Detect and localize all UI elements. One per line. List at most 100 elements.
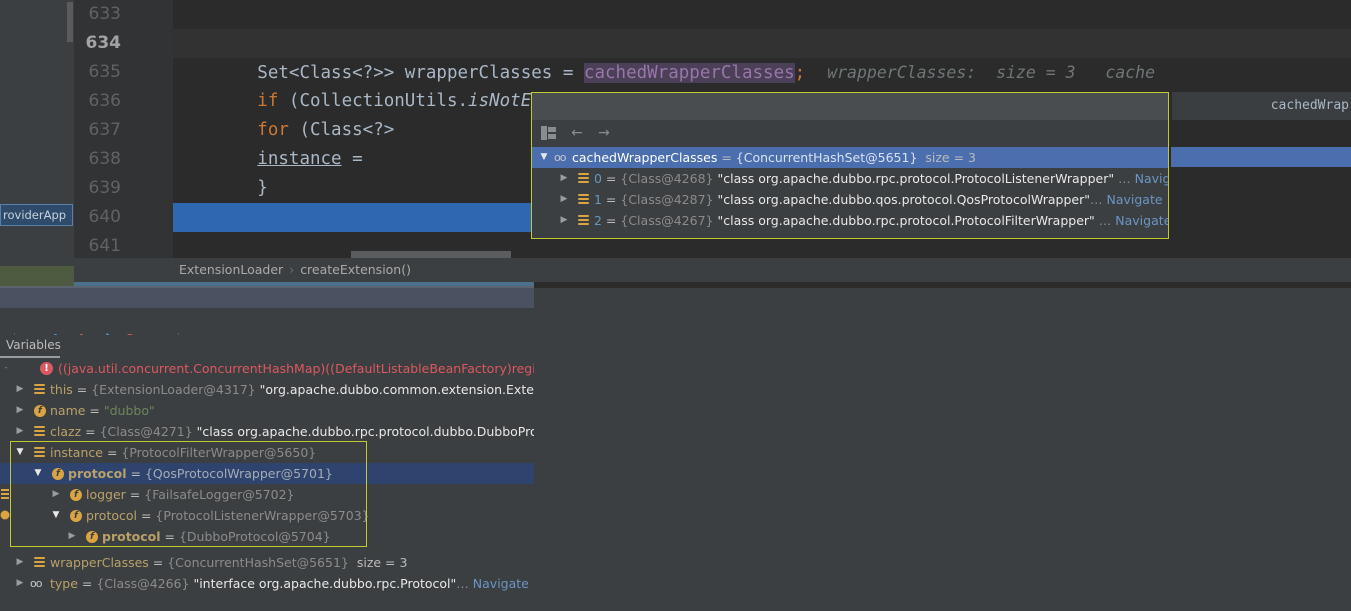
expand-arrow-icon[interactable]: ▶ — [558, 189, 570, 210]
gutter-row: 636 — [74, 87, 173, 116]
expand-arrow-icon[interactable]: ▶ — [558, 168, 570, 189]
variable-type: {DubboProtocol@5704} — [178, 529, 331, 544]
empty-right-region — [534, 288, 1351, 611]
variables-tab-row[interactable]: Variables — [0, 335, 534, 358]
navigate-link[interactable]: Navigate — [1106, 192, 1162, 207]
expand-arrow-icon[interactable]: ▶ — [50, 484, 62, 505]
line-number: 634 — [85, 33, 122, 53]
variable-value: "class org.apache.dubbo.rpc.protocol.Pro… — [717, 213, 1095, 228]
variables-tree-row[interactable]: ▶ wrapperClasses = {ConcurrentHashSet@56… — [0, 552, 534, 573]
popup-row-content: 2 = {Class@4267} "class org.apache.dubbo… — [594, 210, 1168, 231]
value-ellipsis: … — [1094, 213, 1112, 228]
variable-type: {QosProtocolWrapper@5701} — [144, 466, 333, 481]
tab-variables[interactable]: Variables — [0, 335, 67, 358]
popup-toolbar[interactable]: ← → — [532, 120, 1168, 147]
code-line-635[interactable]: if (CollectionUtils.isNotEmpty(wrapperCl… — [173, 58, 1351, 111]
expand-arrow-icon[interactable]: ▼ — [538, 147, 550, 168]
expand-arrow-icon[interactable]: ▶ — [14, 552, 26, 573]
expand-arrow-icon[interactable]: ▶ — [14, 421, 26, 442]
popup-variable-tree[interactable]: ▼ oo cachedWrapperClasses = {ConcurrentH… — [532, 147, 1168, 238]
popup-tree-row[interactable]: ▶ 2 = {Class@4267} "class org.apache.dub… — [532, 210, 1168, 231]
gutter-row: 637 — [74, 116, 173, 145]
expand-arrow-icon[interactable]: ▼ — [32, 463, 44, 484]
code-line-633[interactable]: injectExtension(instance); — [173, 0, 1351, 53]
variable-row-content: logger = {FailsafeLogger@5702} — [86, 484, 294, 505]
line-number: 640 — [88, 207, 121, 227]
expand-arrow-icon[interactable]: ▼ — [14, 442, 26, 463]
object-icon — [34, 447, 45, 458]
variable-value: "interface org.apache.dubbo.rpc.Protocol… — [193, 576, 457, 591]
array-element-icon — [578, 194, 589, 205]
equals-sign: = — [601, 192, 621, 207]
debug-toolbar[interactable] — [0, 308, 534, 351]
expand-arrow-icon[interactable]: ▶ — [66, 526, 78, 547]
variable-name: wrapperClasses — [50, 555, 149, 570]
variable-error-text: ((java.util.concurrent.ConcurrentHashMap… — [58, 361, 534, 376]
gutter-row: 638 — [74, 145, 173, 174]
array-index: 2 — [594, 213, 602, 228]
variable-type: {ConcurrentHashSet@5651} — [735, 150, 918, 165]
navigate-link[interactable]: Navigate — [473, 576, 529, 591]
debug-tool-window[interactable]: Variables - ! ((java.util.concurrent.Con… — [0, 288, 534, 611]
rail-marker-icon — [0, 485, 10, 499]
variables-tree-row[interactable]: ▶ clazz = {Class@4271} "class org.apache… — [0, 421, 534, 442]
popup-header — [532, 93, 1168, 120]
variables-tree[interactable]: - ! ((java.util.concurrent.ConcurrentHas… — [0, 358, 534, 599]
editor-horizontal-scrollbar[interactable] — [351, 251, 511, 258]
breadcrumb-class[interactable]: ExtensionLoader — [179, 262, 283, 277]
popup-tree-row[interactable]: ▶ 1 = {Class@4287} "class org.apache.dub… — [532, 189, 1168, 210]
variables-tree-row[interactable]: ▶ oo type = {Class@4266} "interface org.… — [0, 573, 534, 594]
editor-scrollbar-thumb[interactable] — [67, 2, 73, 42]
variables-tree-row[interactable]: ▼ instance = {ProtocolFilterWrapper@5650… — [0, 442, 534, 463]
gutter-row: 634 — [74, 29, 173, 58]
editor-gutter[interactable]: 633 634 635 636 637 638 639 640 641 ✓ — [74, 0, 247, 288]
breadcrumb[interactable]: ExtensionLoader › createExtension() — [74, 258, 1351, 282]
line-number: 636 — [88, 91, 121, 111]
popup-selection-overflow-strip — [1171, 147, 1351, 167]
forward-arrow-icon[interactable]: → — [595, 125, 613, 141]
expand-arrow-icon[interactable]: ▶ — [14, 400, 26, 421]
variables-tree-row[interactable]: ▶ this = {ExtensionLoader@4317} "org.apa… — [0, 379, 534, 400]
variables-tree-row[interactable]: ▼ f protocol = {QosProtocolWrapper@5701} — [0, 463, 534, 484]
navigate-link[interactable]: Navigate — [1135, 171, 1168, 186]
popup-row-content: cachedWrapperClasses = {ConcurrentHashSe… — [572, 147, 976, 168]
gutter-row: 641 — [74, 232, 173, 261]
popup-tree-row[interactable]: ▶ 0 = {Class@4268} "class org.apache.dub… — [532, 168, 1168, 189]
gutter-row: 640 — [74, 203, 173, 232]
variable-name: instance — [50, 445, 103, 460]
object-icon — [34, 426, 45, 437]
field-icon: f — [34, 405, 46, 417]
inline-value-popup[interactable]: ← → ▼ oo cachedWrapperClasses = {Concurr… — [531, 92, 1169, 239]
debug-panel-top-strip — [0, 288, 534, 308]
expand-arrow-icon[interactable]: ▼ — [50, 505, 62, 526]
expand-arrow-icon[interactable]: ▶ — [558, 210, 570, 231]
expand-arrow-icon[interactable]: ▶ — [14, 379, 26, 400]
variable-name: protocol — [86, 508, 137, 523]
variables-tree-row[interactable]: ▶ f logger = {FailsafeLogger@5702} — [0, 484, 534, 505]
tree-rail-marker-icon: - — [4, 363, 8, 373]
variable-row-content: this = {ExtensionLoader@4317} "org.apach… — [50, 379, 534, 400]
expand-arrow-icon[interactable]: ▶ — [14, 573, 26, 594]
frames-icon[interactable] — [541, 126, 556, 140]
value-ellipsis: … — [1090, 192, 1103, 207]
equals-sign: = — [137, 508, 156, 523]
equals-sign: = — [81, 424, 100, 439]
breadcrumb-method[interactable]: createExtension() — [300, 262, 411, 277]
field-icon: f — [52, 468, 64, 480]
breadcrumb-separator-icon: › — [289, 262, 295, 277]
navigate-link[interactable]: Navigate — [1115, 213, 1168, 228]
variables-tree-row[interactable]: ▶ f protocol = {DubboProtocol@5704} — [0, 526, 534, 547]
code-line-634[interactable]: Set<Class<?>> wrapperClasses = cachedWra… — [173, 29, 1351, 83]
variable-value: "class org.apache.dubbo.qos.protocol.Qos… — [717, 192, 1090, 207]
line-number: 633 — [88, 4, 121, 24]
editor-left-strip: roviderApp — [0, 0, 74, 288]
array-element-icon — [578, 215, 589, 226]
variables-tree-row[interactable]: - ! ((java.util.concurrent.ConcurrentHas… — [0, 358, 534, 379]
back-arrow-icon[interactable]: ← — [568, 125, 586, 141]
variables-tree-row[interactable]: ▶ f name = "dubbo" — [0, 400, 534, 421]
equals-sign: = — [102, 445, 122, 460]
equals-sign: = — [717, 150, 736, 165]
variables-tree-row[interactable]: ▼ f protocol = {ProtocolListenerWrapper@… — [0, 505, 534, 526]
popup-tree-row[interactable]: ▼ oo cachedWrapperClasses = {ConcurrentH… — [532, 147, 1168, 168]
variable-name: this — [50, 382, 73, 397]
